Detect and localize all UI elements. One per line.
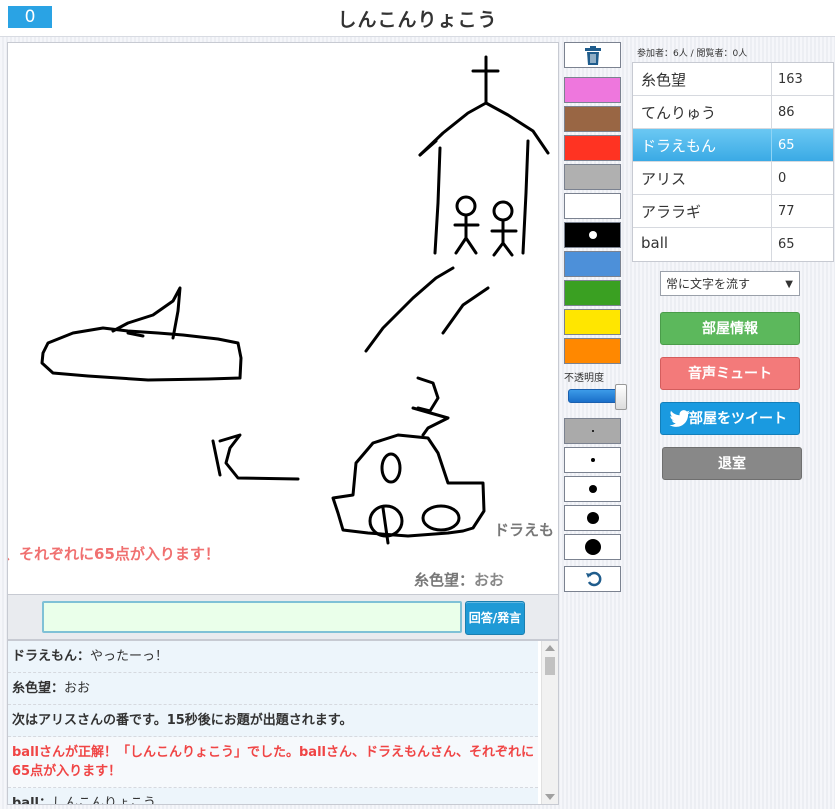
opacity-slider-handle[interactable] [615,384,627,410]
chat-author: ドラえもん： [12,649,91,664]
chat-text: やったーっ！ [90,649,169,664]
flowing-message: 糸色望：おお [414,569,504,590]
chat-row: 次はアリスさんの番です。15秒後にお題が出題されます。 [8,705,538,737]
player-name: 糸色望 [641,71,687,89]
brush-dot-icon [586,512,599,524]
twitter-bird-icon [669,410,691,427]
answer-button[interactable]: 回答/発言 [465,601,525,635]
brush-dot-icon [591,430,594,432]
player-name: ドラえもん [641,137,717,155]
player-list: 糸色望 163 てんりゅう 86 ドラえもん 65 アリス 0 アララギ 77 ball 6… [632,62,834,262]
chat-row: 糸色望：おお [8,673,538,705]
room-counts: 参加者：6人 / 閲覧者：0人 [637,46,747,59]
player-name: ball [641,234,669,252]
chat-text: おお [64,681,91,696]
color-swatch-blue[interactable] [564,251,621,277]
color-swatch-pink[interactable] [564,77,621,103]
brush-dot-icon [584,539,601,555]
player-score: 77 [771,195,795,227]
flowing-message-red: 、それぞれに65点が入ります！ [7,545,220,563]
scroll-down-icon[interactable] [545,794,555,800]
chat-author: 糸色望： [12,681,65,696]
color-swatch-green[interactable] [564,280,621,306]
brush-size-3[interactable] [564,476,621,502]
brush-size-4[interactable] [564,505,621,531]
player-score: 65 [771,129,795,161]
opacity-label: 不透明度 [564,373,604,384]
chat-log[interactable]: ドラえもん：やったーっ！ 糸色望：おお 次はアリスさんの番です。15秒後にお題が… [7,640,559,805]
brush-dot-icon [588,485,597,493]
chat-text: 次はアリスさんの番です。15秒後にお題が出題されます。 [12,713,353,728]
chat-text: ballさんが正解！「しんこんりょこう」でした。ballさん、ドラえもんさん、そ… [12,745,534,779]
brush-size-2[interactable] [564,447,621,473]
page-title: しんこんりょこう [337,9,498,31]
player-name: アララギ [641,203,702,221]
header: 0 しんこんりょこう [0,0,835,37]
undo-icon [586,571,602,587]
mute-button[interactable]: 音声ミュート [660,357,800,390]
flow-mode-value: 常に文字を流す [666,277,751,291]
flow-mode-select[interactable]: 常に文字を流す ▼ [660,271,800,296]
player-row-drawer: ドラえもん 65 [633,129,833,162]
trash-icon [585,46,601,65]
color-swatch-black[interactable] [564,222,621,248]
brush-size-1[interactable] [564,418,621,444]
tweet-room-button[interactable]: 部屋をツイート [660,402,800,435]
scroll-thumb[interactable] [545,657,555,675]
chevron-down-icon: ▼ [785,279,793,290]
scroll-up-icon[interactable] [545,645,555,651]
chat-author: ball： [12,796,52,805]
drawing-canvas[interactable]: 、それぞれに65点が入ります！ ドラえも 糸色望：おお [7,42,559,595]
viewers-count: 0人 [732,49,748,59]
opacity-slider-track [568,389,620,403]
player-score: 0 [771,162,786,194]
player-row: てんりゅう 86 [633,96,833,129]
undo-button[interactable] [564,566,621,592]
player-score: 65 [771,228,795,261]
chat-scrollbar[interactable] [541,641,558,804]
color-swatch-brown[interactable] [564,106,621,132]
answer-bar: 回答/発言 [7,595,559,640]
player-name: てんりゅう [641,104,717,122]
color-swatch-white[interactable] [564,193,621,219]
flowing-message-text: おお [473,571,504,589]
viewers-label: 閲覧者： [696,49,733,59]
participants-label: 参加者： [637,49,674,59]
player-score: 163 [771,63,803,95]
drawing-strokes [40,55,550,545]
player-row: ball 65 [633,228,833,261]
player-score: 86 [771,96,795,128]
color-swatch-gray[interactable] [564,164,621,190]
color-swatch-yellow[interactable] [564,309,621,335]
player-name: アリス [641,170,687,188]
chat-row: ball：しんこんりょこう [8,788,538,805]
flowing-message-author: 糸色望： [413,571,474,589]
flowing-message-name: ドラえも [494,521,555,539]
room-info-button[interactable]: 部屋情報 [660,312,800,345]
answer-input[interactable] [42,601,462,633]
player-row: アリス 0 [633,162,833,195]
player-row: 糸色望 163 [633,63,833,96]
player-row: アララギ 77 [633,195,833,228]
counts-separator: / [687,49,697,59]
brush-dot-icon [590,458,595,462]
leave-room-button[interactable]: 退室 [662,447,802,480]
brush-size-5[interactable] [564,534,621,560]
opacity-slider[interactable] [568,384,627,410]
color-swatch-red[interactable] [564,135,621,161]
chat-row-system: ballさんが正解！「しんこんりょこう」でした。ballさん、ドラえもんさん、そ… [8,737,538,788]
participants-count: 6人 [673,49,688,59]
chat-row: ドラえもん：やったーっ！ [8,641,538,673]
chat-text: しんこんりょこう [52,796,157,805]
selected-color-indicator [588,231,597,239]
color-swatch-orange[interactable] [564,338,621,364]
clear-canvas-button[interactable] [564,42,621,68]
